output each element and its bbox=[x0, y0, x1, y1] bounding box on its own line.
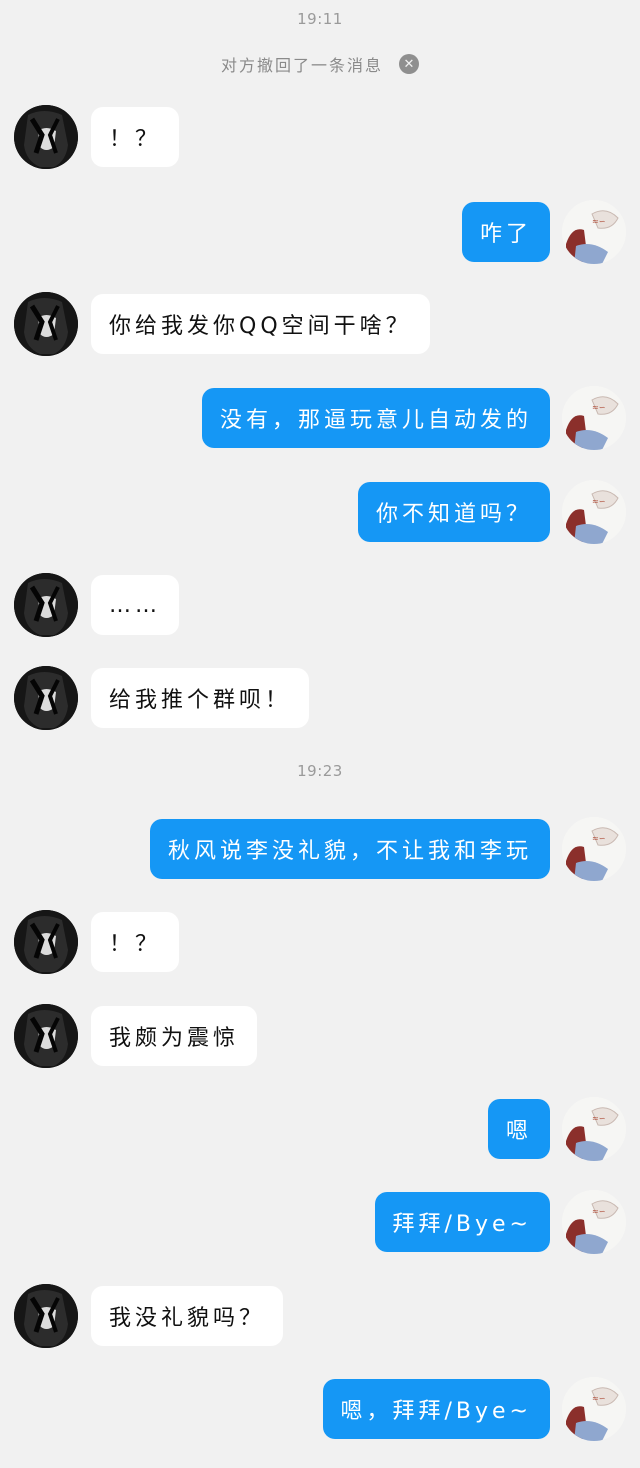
contact-avatar[interactable] bbox=[14, 105, 78, 169]
message-row-outgoing: ≈∽ 你不知道吗？ bbox=[0, 480, 640, 544]
message-row-incoming: ！？ bbox=[0, 910, 640, 974]
message-bubble[interactable]: 你不知道吗？ bbox=[357, 482, 550, 542]
self-avatar[interactable]: ≈∽ bbox=[562, 480, 626, 544]
message-bubble[interactable]: 没有，那逼玩意儿自动发的 bbox=[201, 388, 550, 448]
contact-avatar[interactable] bbox=[14, 1004, 78, 1068]
message-bubble[interactable]: 我颇为震惊 bbox=[91, 1006, 258, 1066]
recall-notice: 对方撤回了一条消息 ✕ bbox=[0, 52, 640, 76]
svg-text:≈∽: ≈∽ bbox=[592, 1394, 605, 1403]
message-bubble[interactable]: 嗯，拜拜/Bye~ bbox=[322, 1379, 550, 1439]
message-bubble[interactable]: 拜拜/Bye~ bbox=[374, 1192, 550, 1252]
timestamp: 19:11 bbox=[297, 10, 343, 28]
message-row-outgoing: ≈∽ 嗯，拜拜/Bye~ bbox=[0, 1377, 640, 1441]
contact-avatar[interactable] bbox=[14, 292, 78, 356]
message-row-outgoing: ≈∽ 秋风说李没礼貌，不让我和李玩 bbox=[0, 817, 640, 881]
self-avatar[interactable]: ≈∽ bbox=[562, 1377, 626, 1441]
message-bubble[interactable]: 你给我发你QQ空间干啥？ bbox=[91, 294, 430, 354]
message-row-incoming: …… bbox=[0, 573, 640, 637]
svg-text:≈∽: ≈∽ bbox=[592, 403, 605, 412]
message-row-outgoing: ≈∽ 咋了 bbox=[0, 200, 640, 264]
message-row-outgoing: ≈∽ 拜拜/Bye~ bbox=[0, 1190, 640, 1254]
message-row-incoming: ！？ bbox=[0, 105, 640, 169]
contact-avatar[interactable] bbox=[14, 1284, 78, 1348]
message-bubble[interactable]: ！？ bbox=[91, 107, 180, 167]
svg-text:≈∽: ≈∽ bbox=[592, 497, 605, 506]
self-avatar[interactable]: ≈∽ bbox=[562, 1190, 626, 1254]
svg-text:≈∽: ≈∽ bbox=[592, 217, 605, 226]
message-bubble[interactable]: …… bbox=[91, 575, 179, 635]
message-bubble[interactable]: 秋风说李没礼貌，不让我和李玩 bbox=[149, 819, 550, 879]
message-bubble[interactable]: 我没礼貌吗？ bbox=[91, 1286, 284, 1346]
recall-notice-text: 对方撤回了一条消息 bbox=[220, 56, 383, 75]
contact-avatar[interactable] bbox=[14, 573, 78, 637]
message-row-incoming: 给我推个群呗！ bbox=[0, 666, 640, 730]
self-avatar[interactable]: ≈∽ bbox=[562, 386, 626, 450]
message-row-incoming: 我颇为震惊 bbox=[0, 1004, 640, 1068]
svg-text:≈∽: ≈∽ bbox=[592, 1114, 605, 1123]
message-bubble[interactable]: 嗯 bbox=[487, 1099, 550, 1159]
self-avatar[interactable]: ≈∽ bbox=[562, 1097, 626, 1161]
contact-avatar[interactable] bbox=[14, 910, 78, 974]
message-bubble[interactable]: 咋了 bbox=[461, 202, 550, 262]
svg-text:≈∽: ≈∽ bbox=[592, 1207, 605, 1216]
message-bubble[interactable]: 给我推个群呗！ bbox=[91, 668, 310, 728]
self-avatar[interactable]: ≈∽ bbox=[562, 200, 626, 264]
close-icon[interactable]: ✕ bbox=[399, 54, 419, 74]
self-avatar[interactable]: ≈∽ bbox=[562, 817, 626, 881]
message-bubble[interactable]: ！？ bbox=[91, 912, 180, 972]
svg-text:≈∽: ≈∽ bbox=[592, 834, 605, 843]
contact-avatar[interactable] bbox=[14, 666, 78, 730]
message-row-incoming: 你给我发你QQ空间干啥？ bbox=[0, 292, 640, 356]
message-row-incoming: 我没礼貌吗？ bbox=[0, 1284, 640, 1348]
message-row-outgoing: ≈∽ 没有，那逼玩意儿自动发的 bbox=[0, 386, 640, 450]
timestamp: 19:23 bbox=[297, 762, 343, 780]
message-row-outgoing: ≈∽ 嗯 bbox=[0, 1097, 640, 1161]
